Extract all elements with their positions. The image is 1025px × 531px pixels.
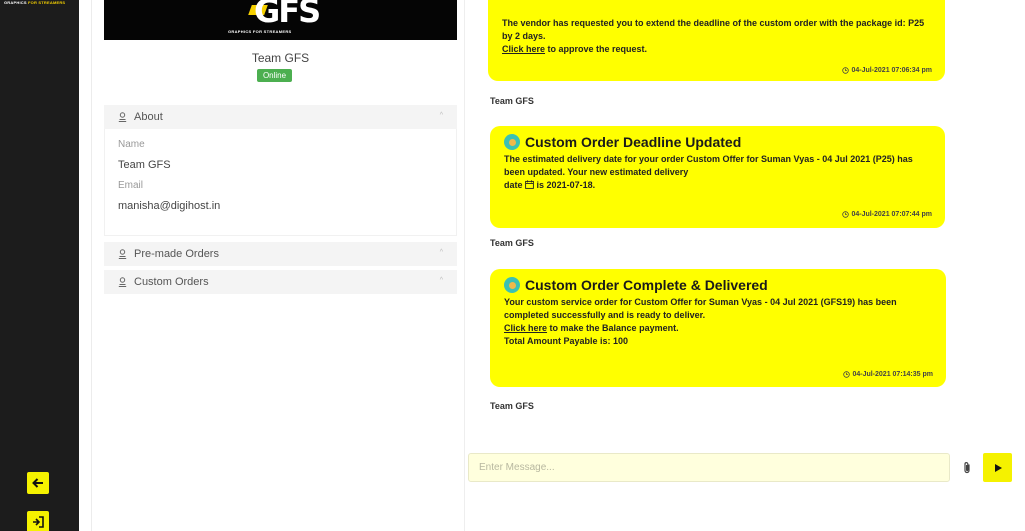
email-value: manisha@digihost.in — [118, 200, 221, 212]
profile-name: Team GFS — [251, 51, 310, 65]
message-composer — [468, 453, 950, 482]
clock-icon — [842, 67, 850, 74]
message-sender: Team GFS — [490, 238, 534, 248]
message-text: The vendor has requested you to extend t… — [502, 18, 925, 54]
chevron-up-icon: ^ — [439, 112, 443, 119]
chevron-up-icon: ^ — [439, 249, 443, 256]
arrow-left-icon — [32, 478, 43, 488]
message-input[interactable] — [469, 454, 949, 481]
status-badge: Online — [257, 69, 292, 82]
message-bubble: The vendor has requested you to extend t… — [488, 0, 945, 81]
premade-orders-header[interactable]: Pre-made Orders ^ — [104, 242, 457, 266]
user-icon — [118, 277, 127, 287]
clock-icon — [842, 211, 850, 218]
premade-orders-section: Pre-made Orders ^ — [104, 242, 457, 266]
user-icon — [118, 249, 127, 259]
about-section: About ^ Name Team GFS Email manisha@digi… — [104, 105, 457, 236]
notification-icon — [504, 134, 520, 150]
message-text: Your custom service order for Custom Off… — [504, 297, 897, 346]
logo-tagline: GRAPHICS FOR STREAMERS — [228, 29, 292, 34]
message-sender: Team GFS — [490, 96, 534, 106]
logout-button[interactable] — [27, 511, 49, 531]
message-title: Custom Order Deadline Updated — [504, 134, 931, 150]
message-bubble: Custom Order Deadline Updated The estima… — [490, 126, 945, 228]
message-text: The estimated delivery date for your ord… — [504, 154, 913, 190]
back-button[interactable] — [27, 472, 49, 494]
calendar-icon — [525, 180, 534, 189]
rail-brand-text: GRAPHICS FOR STREAMERS — [4, 0, 66, 5]
gfs-logo: GFS — [248, 0, 321, 31]
name-value: Team GFS — [118, 159, 171, 171]
profile-panel: GFS GRAPHICS FOR STREAMERS Team GFS Onli… — [93, 0, 465, 531]
custom-orders-section: Custom Orders ^ — [104, 270, 457, 294]
profile-banner: GFS GRAPHICS FOR STREAMERS — [104, 0, 457, 40]
email-label: Email — [118, 180, 144, 191]
premade-orders-label: Pre-made Orders — [134, 248, 219, 260]
chat-panel: The vendor has requested you to extend t… — [466, 0, 1025, 531]
rail-divider — [79, 0, 92, 531]
custom-orders-header[interactable]: Custom Orders ^ — [104, 270, 457, 294]
message-sender: Team GFS — [490, 401, 534, 411]
user-icon — [118, 112, 127, 122]
send-button[interactable] — [983, 453, 1012, 482]
message-timestamp: 04-Jul-2021 07:06:34 pm — [842, 64, 932, 77]
message-bubble: Custom Order Complete & Delivered Your c… — [490, 269, 946, 387]
name-label: Name — [118, 139, 145, 150]
notification-icon — [504, 277, 520, 293]
paperclip-icon[interactable] — [961, 461, 973, 475]
message-title: Custom Order Complete & Delivered — [504, 277, 932, 293]
message-timestamp: 04-Jul-2021 07:07:44 pm — [842, 208, 932, 221]
clock-icon — [843, 371, 851, 378]
chevron-up-icon: ^ — [439, 277, 443, 284]
balance-payment-link[interactable]: Click here — [504, 323, 547, 333]
play-icon — [994, 463, 1002, 472]
approve-request-link[interactable]: Click here — [502, 44, 545, 54]
left-nav-rail: GRAPHICS FOR STREAMERS — [0, 0, 79, 531]
logout-icon — [33, 516, 44, 528]
about-section-header[interactable]: About ^ — [104, 105, 457, 129]
message-timestamp: 04-Jul-2021 07:14:35 pm — [843, 368, 933, 381]
custom-orders-label: Custom Orders — [134, 276, 209, 288]
about-section-body: Name Team GFS Email manisha@digihost.in — [104, 129, 457, 236]
about-section-label: About — [134, 111, 163, 123]
total-payable: Total Amount Payable is: 100 — [504, 336, 629, 346]
